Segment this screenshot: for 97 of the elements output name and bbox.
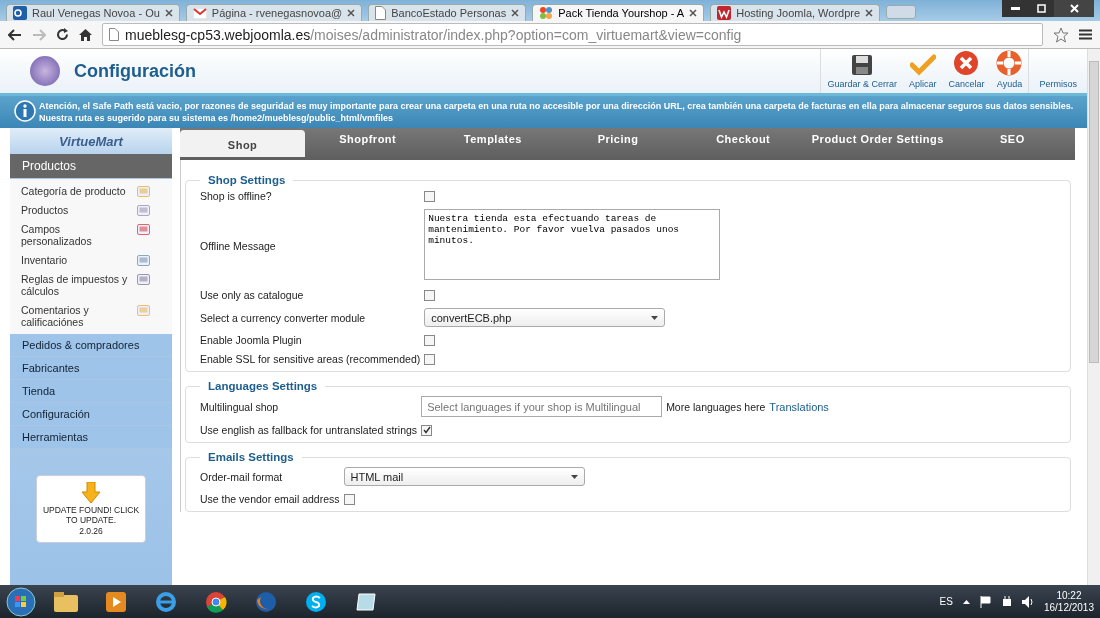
back-icon[interactable] <box>8 28 22 41</box>
checkbox[interactable] <box>421 424 433 436</box>
minimize-button[interactable] <box>1002 0 1028 17</box>
section-title: Languages Settings <box>207 380 319 393</box>
alert-message: Atención, el Safe Path está vacio, por razones de seguridad es muy importante para crear una carpeta en una ruta no accesible por una dirección URL, crea también una carpeta de facturas en ella para almacenar seguros sus datos sensibles. Nuestra ruta es sugerido para su sistema es /home2/mueblesg/public_html/vmfiles <box>39 100 1075 125</box>
field-label: Offline Message <box>200 239 277 252</box>
languages-note: More languages here <box>666 400 766 413</box>
checkbox[interactable] <box>343 493 355 505</box>
field-label: Enable Joomla Plugin <box>200 334 303 347</box>
field-label: Multilingual shop <box>200 400 280 413</box>
virtuemart-logo-icon <box>30 56 60 86</box>
checkbox[interactable] <box>424 353 436 365</box>
section-title: Shop Settings <box>207 174 287 187</box>
dropdown[interactable]: HTML mail <box>343 467 585 487</box>
checkbox[interactable] <box>424 190 436 202</box>
page-title: Configuración <box>74 60 197 82</box>
sidebar-item[interactable]: Categoría de producto <box>21 185 131 198</box>
field-label: Select a currency converter module <box>200 311 367 324</box>
reload-icon[interactable] <box>56 28 69 41</box>
field-label: Order-mail format <box>200 470 284 483</box>
skype-icon[interactable] <box>305 590 327 613</box>
section-title: Emails Settings <box>207 451 295 464</box>
close-icon[interactable] <box>511 9 520 17</box>
page-icon <box>109 28 119 41</box>
home-icon[interactable] <box>79 28 92 41</box>
sidebar-section[interactable]: Fabricantes <box>10 357 172 381</box>
toolbar-button[interactable]: Guardar & Cerrar <box>821 49 903 93</box>
field-label: Use only as catalogue <box>200 289 305 302</box>
maximize-button[interactable] <box>1028 0 1054 17</box>
envelope-icon <box>192 7 207 19</box>
media-player-icon[interactable] <box>106 591 126 612</box>
chrome-icon[interactable] <box>205 590 227 613</box>
update-notice[interactable]: UPDATE FOUND! CLICK TO UPDATE. 2.0.26 <box>36 475 146 544</box>
translations-link[interactable]: Translations <box>769 400 829 413</box>
address-bar[interactable]: mueblesg-cp53.webjoomla.es/moises/administrator/index.php?option=com_virtuemart&view=config <box>102 23 1043 46</box>
power-plug-icon[interactable] <box>1001 595 1012 608</box>
checkbox[interactable] <box>424 289 436 301</box>
language-indicator[interactable]: ES <box>939 596 953 607</box>
sidebar-section[interactable]: Tienda <box>10 380 172 404</box>
settings-tab[interactable]: Shop <box>180 130 306 158</box>
browser-tab[interactable]: Raul Venegas Novoa - Ou <box>6 4 180 21</box>
sidebar-item[interactable]: Reglas de impuestos y cálculos <box>21 273 131 298</box>
info-icon <box>14 100 36 122</box>
field-label: Use english as fallback for untranslated strings <box>200 424 418 437</box>
cancel-icon <box>953 50 980 76</box>
close-icon[interactable] <box>865 9 874 17</box>
settings-tab[interactable]: Checkout <box>680 128 806 147</box>
checkbox[interactable] <box>424 334 436 346</box>
browser-tab[interactable]: Pack Tienda Yourshop - A <box>532 4 705 21</box>
virtuemart-logo: VirtueMart <box>10 128 172 155</box>
settings-tab[interactable]: SEO <box>949 128 1075 147</box>
settings-tab[interactable]: Shopfront <box>305 128 431 147</box>
close-icon[interactable] <box>689 9 698 17</box>
languages-field[interactable]: Select languages if your shop is Multilingual <box>421 396 663 418</box>
speaker-icon[interactable] <box>1021 595 1034 608</box>
minimize-icon <box>1010 7 1020 10</box>
close-icon[interactable] <box>164 9 173 17</box>
flag-icon[interactable] <box>979 595 992 608</box>
close-icon[interactable] <box>347 9 356 17</box>
field-label: Enable SSL for sensitive areas (recommended) <box>200 353 421 366</box>
scrollbar-thumb[interactable] <box>1089 61 1099 363</box>
sidebar-section[interactable]: Herramientas <box>10 426 172 450</box>
download-arrow-icon <box>81 482 101 505</box>
sidebar-item[interactable]: Productos <box>21 204 131 217</box>
field-label: Use the vendor email address <box>200 493 340 506</box>
browser-tab[interactable]: Página - rvenegasnovoa@ <box>185 4 363 21</box>
sidebar-section[interactable]: Productos <box>10 154 172 180</box>
settings-tab[interactable]: Pricing <box>555 128 681 147</box>
globe-e-icon[interactable] <box>155 590 177 613</box>
toolbar-button[interactable]: Cancelar <box>942 49 991 93</box>
lifebuoy-icon <box>996 50 1023 76</box>
field-label: Shop is offline? <box>200 190 273 203</box>
toolbar-button[interactable]: Ayuda <box>990 49 1029 93</box>
sidebar-section[interactable]: Pedidos & compradores <box>10 334 172 358</box>
caret-icon <box>651 315 659 320</box>
caret-icon <box>570 474 578 479</box>
sidebar-section[interactable]: Configuración <box>10 403 172 427</box>
sidebar-item[interactable]: Comentarios y calificaciónes <box>21 304 131 329</box>
close-icon <box>1069 4 1079 13</box>
toolbar-button[interactable]: Aplicar <box>902 49 943 93</box>
restore-icon <box>1036 4 1046 13</box>
clock-time[interactable]: 10:22 <box>1056 590 1082 601</box>
menu-icon[interactable] <box>1079 29 1092 40</box>
dropdown[interactable]: convertECB.php <box>424 308 666 328</box>
browser-tab[interactable]: Hosting Joomla, Wordpre <box>710 4 881 21</box>
sidebar-item[interactable]: Inventario <box>21 254 131 267</box>
settings-tab[interactable]: Product Order Settings <box>805 128 950 147</box>
star-icon[interactable] <box>1053 26 1069 43</box>
checkmark-icon <box>909 54 936 76</box>
sidebar-item[interactable]: Campos personalizados <box>21 223 131 248</box>
clock-date[interactable]: 16/12/2013 <box>1043 602 1094 613</box>
close-button[interactable] <box>1054 0 1094 17</box>
offline-message-field[interactable]: Nuestra tienda esta efectuando tareas de mantenimiento. Por favor vuelva pasados unos minutos. <box>424 209 721 281</box>
browser-tab[interactable]: BancoEstado Personas <box>368 4 527 21</box>
caret-up-icon[interactable] <box>962 599 970 604</box>
settings-tab[interactable]: Templates <box>430 128 556 147</box>
start-button-icon[interactable] <box>6 586 36 617</box>
